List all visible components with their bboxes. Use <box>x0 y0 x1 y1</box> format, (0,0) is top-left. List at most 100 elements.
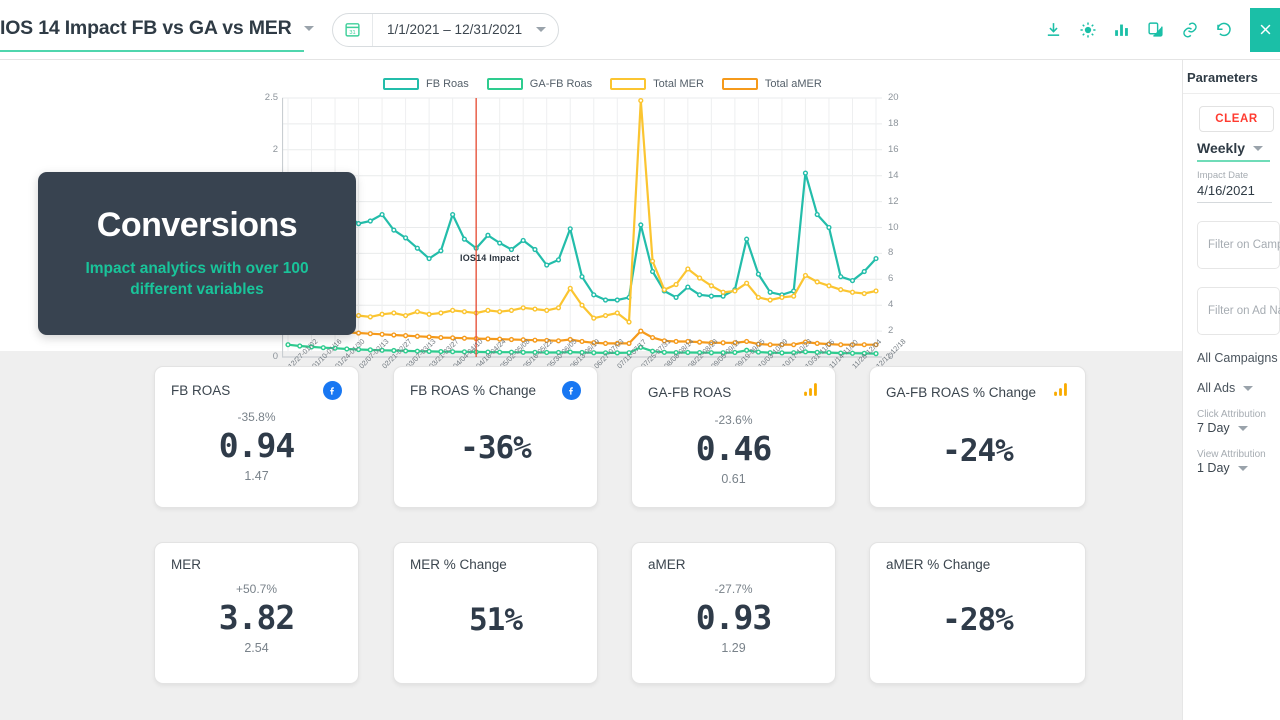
kpi-card[interactable]: FB ROAS % Change -36% <box>393 366 598 508</box>
campaign-filter-input[interactable]: Filter on Campaign Name <box>1197 221 1280 269</box>
ads-value: All Ads <box>1197 381 1236 395</box>
chevron-down-icon[interactable] <box>1243 385 1254 391</box>
impact-date-underline <box>1197 202 1272 203</box>
kpi-card[interactable]: aMER -27.7% 0.93 1.29 <box>631 542 836 684</box>
chart-panel: FB Roas GA-FB Roas Total MER Total aMER 2.5… <box>0 60 1182 370</box>
view-attribution-label: View Attribution <box>1197 449 1266 460</box>
duplicate-icon[interactable] <box>1140 14 1171 45</box>
kpi-delta: -23.6% <box>714 413 753 427</box>
chart-legend: FB Roas GA-FB Roas Total MER Total aMER <box>383 78 822 90</box>
y-axis-left-tick: 2 <box>272 143 278 155</box>
y-axis-right-tick: 20 <box>888 92 899 103</box>
chevron-down-icon[interactable] <box>303 26 314 31</box>
kpi-card[interactable]: GA-FB ROAS -23.6% 0.46 0.61 <box>631 366 836 508</box>
y-axis-right-tick: 16 <box>888 143 899 155</box>
kpi-title: MER <box>171 557 201 572</box>
facebook-icon <box>323 381 342 400</box>
kpi-card-header: FB ROAS % Change <box>394 367 597 400</box>
kpi-title: GA-FB ROAS <box>648 384 732 400</box>
kpi-title: FB ROAS % Change <box>410 383 537 398</box>
legend-item[interactable]: Total MER <box>610 78 704 90</box>
chevron-down-icon[interactable] <box>1253 145 1263 151</box>
download-icon[interactable] <box>1038 14 1069 45</box>
link-icon[interactable] <box>1174 14 1205 45</box>
chart-plot-area[interactable]: 2.521.510.50 20181614121086420 <box>265 90 899 365</box>
dashboard-root: IOS 14 Impact FB vs GA vs MER 31 1/1/202… <box>0 0 1280 720</box>
kpi-value-wrap: +50.7% 3.82 2.54 <box>155 582 358 655</box>
kpi-value: 0.93 <box>695 598 772 637</box>
kpi-title: aMER % Change <box>886 557 991 572</box>
kpi-card[interactable]: MER % Change 51% <box>393 542 598 684</box>
chevron-down-icon[interactable] <box>536 27 547 32</box>
kpi-delta: -35.8% <box>237 410 276 424</box>
kpi-value: 0.94 <box>218 426 295 465</box>
granularity-value: Weekly <box>1197 140 1245 156</box>
view-attribution-select[interactable]: 1 Day <box>1197 461 1280 475</box>
facebook-icon <box>562 381 581 400</box>
app-header: IOS 14 Impact FB vs GA vs MER 31 1/1/202… <box>0 0 1280 60</box>
google-analytics-icon <box>802 381 819 403</box>
line-chart <box>281 97 882 358</box>
granularity-select[interactable]: Weekly <box>1197 140 1280 156</box>
kpi-value-wrap: -35.8% 0.94 1.47 <box>155 410 358 483</box>
ads-select[interactable]: All Ads <box>1197 381 1280 395</box>
callout-subtitle: Impact analytics with over 100 different… <box>85 260 309 298</box>
view-attribution-value: 1 Day <box>1197 461 1230 475</box>
legend-item[interactable]: FB Roas <box>383 78 469 90</box>
legend-swatch <box>721 78 758 90</box>
kpi-card-header: GA-FB ROAS % Change <box>870 367 1085 403</box>
legend-swatch <box>610 78 647 90</box>
chevron-down-icon[interactable] <box>1237 425 1248 431</box>
y-axis-right-tick: 6 <box>888 273 894 285</box>
calendar-icon: 31 <box>333 13 373 46</box>
page-title: IOS 14 Impact FB vs GA vs MER <box>0 17 292 39</box>
view-attribution-field: View Attribution 1 Day <box>1197 449 1280 475</box>
campaign-filter-placeholder: Filter on Campaign Name <box>1208 239 1280 251</box>
dashboard-title-selector[interactable]: IOS 14 Impact FB vs GA vs MER <box>0 8 314 52</box>
ad-filter-input[interactable]: Filter on Ad Name <box>1197 287 1280 335</box>
close-icon[interactable] <box>1250 7 1280 52</box>
kpi-card[interactable]: FB ROAS -35.8% 0.94 1.47 <box>154 366 359 508</box>
kpi-card[interactable]: aMER % Change -28% <box>869 542 1086 684</box>
svg-text:31: 31 <box>349 30 355 36</box>
kpi-title: MER % Change <box>410 557 507 572</box>
kpi-title: GA-FB ROAS % Change <box>886 384 1037 400</box>
clear-button[interactable]: CLEAR <box>1199 106 1274 132</box>
parameters-sidebar: Parameters CLEAR Weekly Impact Date 4/16… <box>1182 60 1280 720</box>
ad-filter-placeholder: Filter on Ad Name <box>1208 305 1280 317</box>
kpi-value: -24% <box>942 433 1014 469</box>
chart-annotation: IOS14 Impact <box>460 253 520 263</box>
legend-swatch <box>383 78 419 90</box>
legend-item[interactable]: GA-FB Roas <box>486 78 592 90</box>
y-axis-right-tick: 8 <box>888 247 894 259</box>
callout-title: Conversions <box>96 206 298 245</box>
campaigns-select[interactable]: All Campaigns <box>1197 351 1280 365</box>
date-range-picker[interactable]: 31 1/1/2021 – 12/31/2021 <box>332 12 560 47</box>
y-axis-right-tick: 10 <box>888 221 899 233</box>
kpi-value-wrap: -27.7% 0.93 1.29 <box>632 582 835 655</box>
kpi-comparison-value: 0.61 <box>721 472 746 486</box>
refresh-sparkle-icon[interactable] <box>1072 14 1103 45</box>
campaigns-value: All Campaigns <box>1197 351 1278 365</box>
chevron-down-icon[interactable] <box>1237 465 1248 471</box>
impact-date-field[interactable]: Impact Date 4/16/2021 <box>1197 170 1280 203</box>
kpi-card-header: GA-FB ROAS <box>632 367 835 403</box>
kpi-comparison-value: 1.29 <box>721 641 746 655</box>
undo-icon[interactable] <box>1208 14 1239 45</box>
impact-date-value: 4/16/2021 <box>1197 183 1255 198</box>
impact-date-label: Impact Date <box>1197 170 1249 181</box>
kpi-comparison-value: 1.47 <box>244 469 269 483</box>
kpi-card[interactable]: MER +50.7% 3.82 2.54 <box>154 542 359 684</box>
click-attribution-select[interactable]: 7 Day <box>1197 421 1280 435</box>
kpi-value: 3.82 <box>218 598 295 637</box>
bar-chart-icon[interactable] <box>1106 14 1137 45</box>
click-attribution-field: Click Attribution 7 Day <box>1197 409 1280 435</box>
kpi-card-header: FB ROAS <box>155 367 358 400</box>
kpi-card[interactable]: GA-FB ROAS % Change -24% <box>869 366 1086 508</box>
parameters-title: Parameters <box>1183 60 1280 94</box>
legend-item[interactable]: Total aMER <box>721 78 822 90</box>
kpi-card-header: MER % Change <box>394 543 597 572</box>
kpi-title: aMER <box>648 557 686 572</box>
legend-swatch <box>486 78 523 90</box>
kpi-card-grid: FB ROAS -35.8% 0.94 1.47 FB ROAS % Change -36… <box>0 351 1182 720</box>
